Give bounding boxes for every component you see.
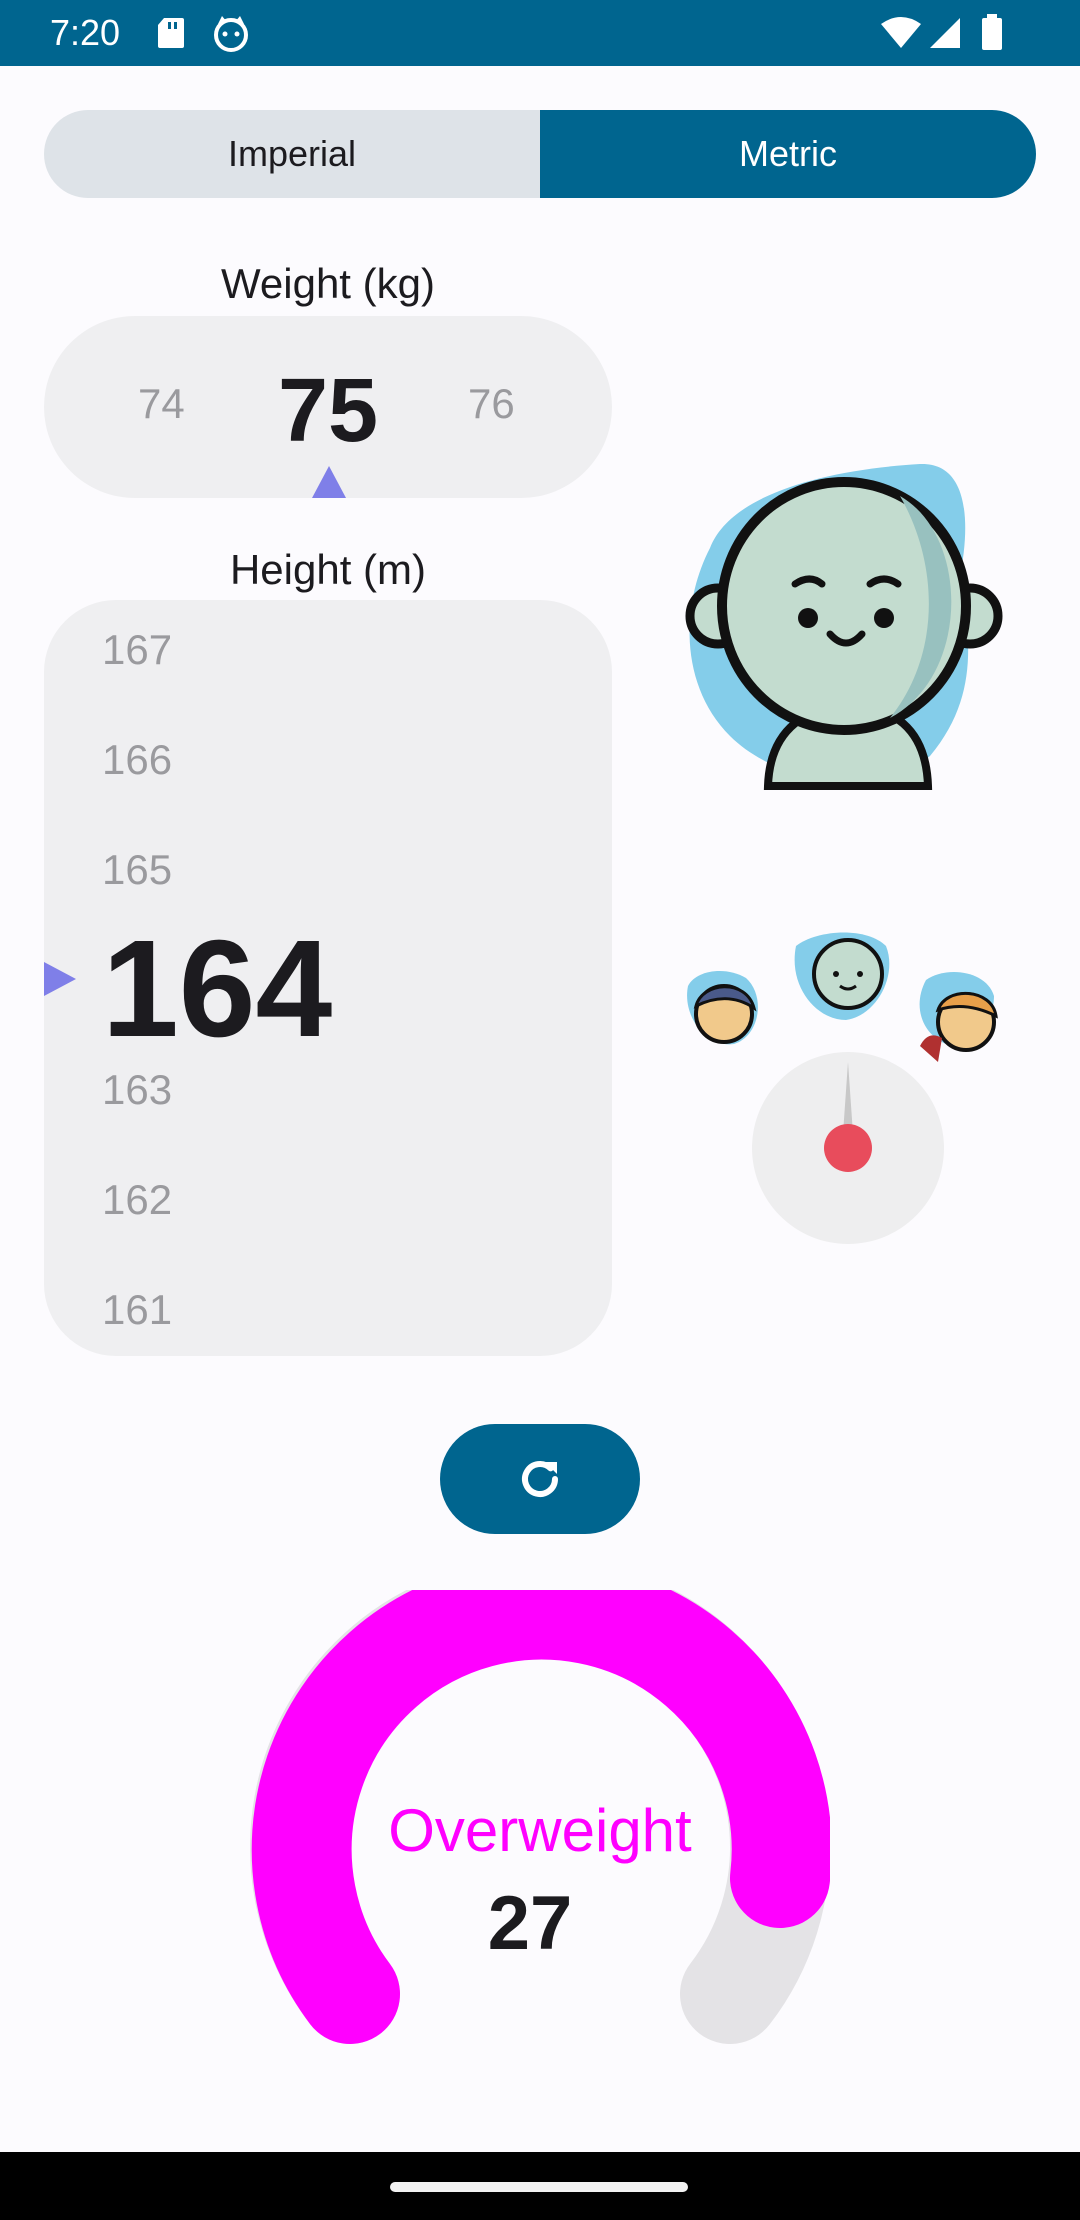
height-value-item[interactable]: 167 bbox=[102, 626, 172, 674]
unit-option-metric[interactable]: Metric bbox=[540, 110, 1036, 198]
height-value-item[interactable]: 165 bbox=[102, 846, 172, 894]
height-label: Height (m) bbox=[229, 546, 427, 593]
reset-button[interactable] bbox=[440, 1424, 640, 1534]
height-picker[interactable]: 167 166 165 164 163 162 161 bbox=[44, 600, 612, 1356]
weight-current-value: 75 bbox=[277, 361, 379, 461]
unit-toggle: Imperial Metric bbox=[44, 110, 1036, 198]
cat-icon bbox=[214, 16, 248, 52]
bmi-value: 27 bbox=[487, 1881, 573, 1966]
body-type-scene bbox=[687, 932, 998, 1244]
navigation-bar bbox=[0, 2152, 1080, 2220]
bmi-category: Overweight bbox=[388, 1797, 692, 1864]
weight-next-value[interactable]: 76 bbox=[468, 380, 515, 428]
unit-option-imperial[interactable]: Imperial bbox=[44, 110, 540, 198]
avatar-illustration bbox=[685, 463, 1003, 790]
mini-avatar-right bbox=[919, 972, 998, 1062]
height-current-value: 164 bbox=[102, 912, 333, 1066]
height-value-item[interactable]: 162 bbox=[102, 1176, 172, 1224]
battery-icon bbox=[982, 14, 1002, 50]
height-value-item[interactable]: 161 bbox=[102, 1286, 172, 1334]
height-pointer-marker bbox=[44, 962, 76, 996]
sd-card-icon bbox=[158, 18, 184, 48]
height-value-item[interactable]: 166 bbox=[102, 736, 172, 784]
home-handle[interactable] bbox=[390, 2182, 688, 2192]
signal-icon bbox=[930, 18, 960, 48]
weight-pointer-marker bbox=[312, 466, 346, 498]
height-value-item[interactable]: 163 bbox=[102, 1066, 172, 1114]
status-bar: 7:20 bbox=[0, 0, 1080, 66]
refresh-icon bbox=[522, 1461, 558, 1497]
wifi-icon bbox=[881, 17, 921, 48]
weight-label: Weight (kg) bbox=[221, 260, 435, 307]
mini-avatar-center bbox=[794, 932, 890, 1020]
mini-avatar-left bbox=[687, 971, 758, 1045]
status-time: 7:20 bbox=[50, 12, 121, 53]
